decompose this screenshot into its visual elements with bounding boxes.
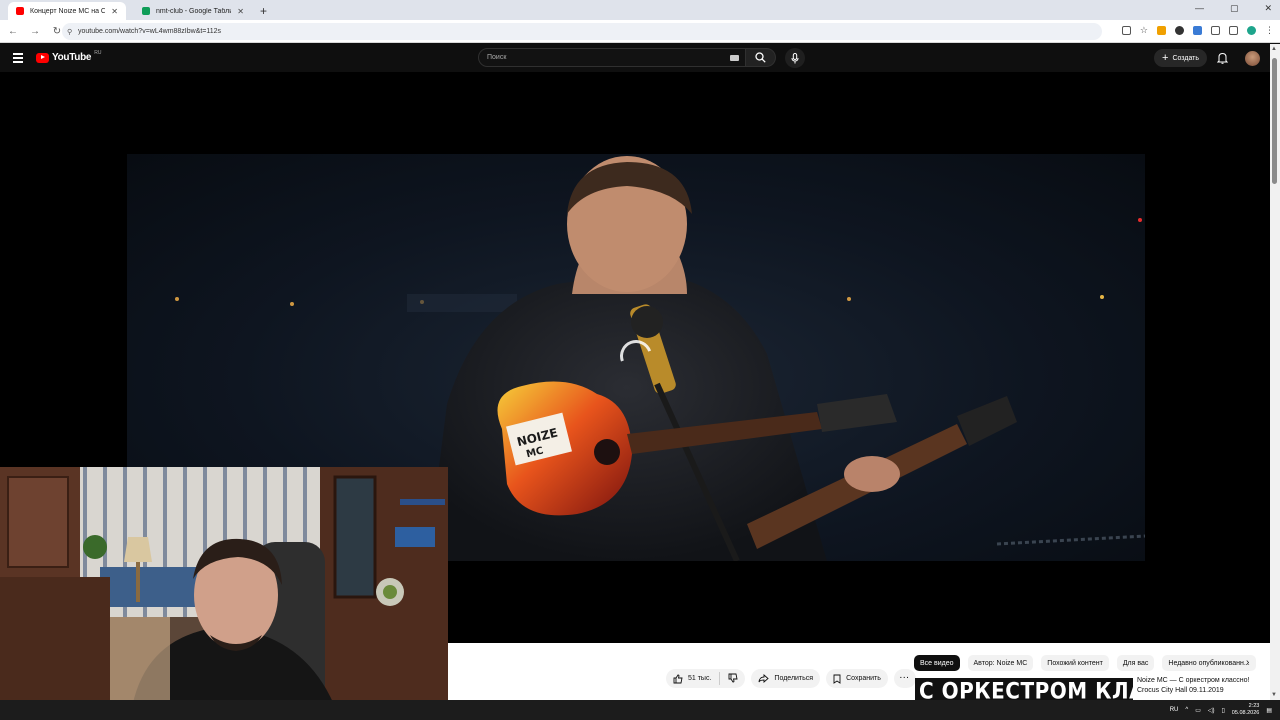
extension-icons: ☆ ⋮ — [1121, 25, 1274, 36]
extension-icon[interactable] — [1211, 26, 1220, 35]
recommendation-thumbnail[interactable]: С ОРКЕСТРОМ КЛАССНО! — [915, 678, 1133, 700]
microphone-icon — [791, 52, 799, 63]
scroll-down-icon[interactable]: ▼ — [1271, 692, 1277, 698]
youtube-favicon-icon — [16, 7, 24, 15]
forward-icon[interactable]: → — [26, 26, 44, 37]
menu-kebab-icon[interactable]: ⋮ — [1265, 25, 1274, 36]
webcam-overlay — [0, 467, 448, 720]
like-button[interactable]: 51 тыс. — [673, 674, 711, 684]
scroll-up-icon[interactable]: ▲ — [1271, 46, 1277, 52]
close-tab-icon[interactable]: ✕ — [111, 7, 118, 16]
bookmark-icon — [833, 674, 841, 684]
minimize-icon[interactable]: — — [1195, 3, 1204, 14]
battery-icon[interactable]: ▯ — [1221, 707, 1224, 714]
chip-all[interactable]: Все видео — [914, 655, 960, 671]
close-tab-icon[interactable]: ✕ — [237, 7, 244, 16]
watch-below-area: 51 тыс. Поделиться Сохранить ··· Все вид… — [448, 643, 1270, 700]
chip-author[interactable]: Автор: Noize MC — [967, 655, 1034, 671]
profile-icon[interactable] — [1247, 26, 1256, 35]
windows-taskbar: RU ^ ▭ ◁) ▯ 2:23 05.08.2026 ▤ — [0, 700, 1280, 720]
tab-sheets[interactable]: nmt-club - Google Таблицы ✕ — [134, 2, 252, 20]
close-window-icon[interactable]: ✕ — [1264, 3, 1272, 14]
tab-youtube[interactable]: Концерт Noize MC на Северн ✕ — [8, 2, 126, 20]
search-input[interactable]: Поиск — [478, 48, 746, 67]
dislike-button[interactable] — [728, 673, 738, 685]
system-tray: RU ^ ▭ ◁) ▯ 2:23 05.08.2026 ▤ — [1170, 703, 1272, 717]
share-icon — [758, 674, 770, 683]
network-icon[interactable]: ▭ — [1195, 707, 1201, 714]
scrollbar-thumb[interactable] — [1272, 58, 1277, 184]
create-button[interactable]: + Создать — [1154, 49, 1208, 67]
share-button[interactable]: Поделиться — [751, 669, 821, 688]
keyboard-icon[interactable] — [730, 55, 739, 61]
new-tab-button[interactable]: + — [260, 2, 267, 20]
install-icon[interactable] — [1121, 26, 1131, 35]
more-actions-button[interactable]: ··· — [893, 669, 916, 688]
like-dislike-group: 51 тыс. — [666, 669, 746, 688]
bookmark-star-icon[interactable]: ☆ — [1140, 25, 1148, 36]
related-filter-chips: Все видео Автор: Noize MC Похожий контен… — [914, 655, 1256, 671]
extension-icon[interactable] — [1175, 26, 1184, 35]
sheets-favicon-icon — [142, 7, 150, 15]
extension-icon[interactable] — [1193, 26, 1202, 35]
back-icon[interactable]: ← — [4, 26, 22, 37]
chip-for-you[interactable]: Для вас — [1116, 655, 1155, 671]
address-toolbar: ← → ↻ ⚲ youtube.com/watch?v=wL4wm88zIbw&… — [0, 20, 1280, 43]
webcam-image — [0, 467, 448, 720]
browser-tab-strip: Концерт Noize MC на Северн ✕ nmt-club - … — [0, 0, 1280, 20]
recommendation-subtitle: Crocus City Hall 09.11.2019 — [1137, 687, 1224, 694]
recommendation-info[interactable]: Noize MC — С оркестром классно! Crocus C… — [1137, 676, 1250, 696]
account-avatar[interactable] — [1245, 51, 1260, 66]
video-actions: 51 тыс. Поделиться Сохранить ··· — [666, 669, 916, 688]
window-controls: — ▢ ✕ — [1195, 3, 1272, 14]
url-text: youtube.com/watch?v=wL4wm88zIbw&t=112s — [78, 28, 222, 35]
more-horizontal-icon: ··· — [899, 675, 910, 682]
youtube-logo[interactable]: YouTube RU — [36, 50, 101, 63]
chevron-up-icon[interactable]: ^ — [1185, 707, 1188, 713]
chevron-right-icon[interactable]: › — [1246, 657, 1249, 668]
voice-search-button[interactable] — [785, 48, 805, 68]
plus-icon: + — [1162, 51, 1169, 64]
recommendation-title: Noize MC — С оркестром классно! — [1137, 677, 1250, 684]
volume-icon[interactable]: ◁) — [1208, 707, 1215, 714]
thumbs-down-icon — [728, 673, 738, 682]
site-info-icon[interactable]: ⚲ — [67, 28, 72, 36]
page-scrollbar[interactable]: ▲ ▼ — [1270, 44, 1280, 700]
divider — [719, 672, 721, 685]
save-button[interactable]: Сохранить — [826, 669, 888, 688]
language-indicator[interactable]: RU — [1170, 707, 1179, 713]
youtube-header: YouTube RU Поиск + Создать — [0, 44, 1270, 72]
menu-icon[interactable] — [13, 53, 23, 65]
tab-title: nmt-club - Google Таблицы — [156, 7, 232, 15]
maximize-icon[interactable]: ▢ — [1230, 3, 1239, 14]
media-icon[interactable] — [1229, 26, 1238, 35]
chip-similar[interactable]: Похожий контент — [1041, 655, 1109, 671]
thumbs-up-icon — [673, 674, 683, 683]
url-field[interactable]: ⚲ youtube.com/watch?v=wL4wm88zIbw&t=112s — [62, 23, 1102, 40]
clock[interactable]: 2:23 05.08.2026 — [1232, 703, 1260, 717]
search-icon — [755, 52, 766, 63]
notification-center-icon[interactable]: ▤ — [1266, 707, 1272, 714]
youtube-play-icon — [36, 52, 49, 63]
tab-title: Концерт Noize MC на Северн — [30, 7, 106, 15]
notifications-button[interactable] — [1216, 51, 1229, 69]
chip-recent[interactable]: Недавно опубликованн... — [1162, 655, 1256, 671]
search-button[interactable] — [746, 48, 776, 67]
bell-icon — [1216, 52, 1229, 64]
extension-icon[interactable] — [1157, 26, 1166, 35]
